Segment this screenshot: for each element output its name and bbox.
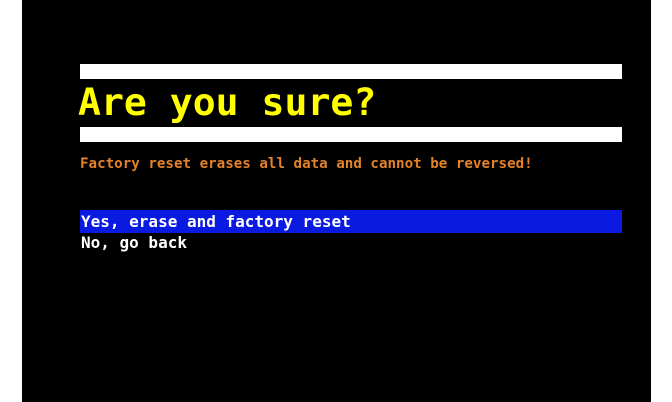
dialog-title: Are you sure? [78, 81, 377, 124]
option-yes-factory-reset[interactable]: Yes, erase and factory reset [80, 210, 622, 233]
title-rule-bottom [80, 127, 622, 142]
tv-screen: Are you sure? Factory reset erases all d… [22, 0, 651, 402]
title-rule-top [80, 64, 622, 79]
warning-message: Factory reset erases all data and cannot… [80, 156, 533, 172]
option-no-go-back[interactable]: No, go back [80, 231, 622, 254]
